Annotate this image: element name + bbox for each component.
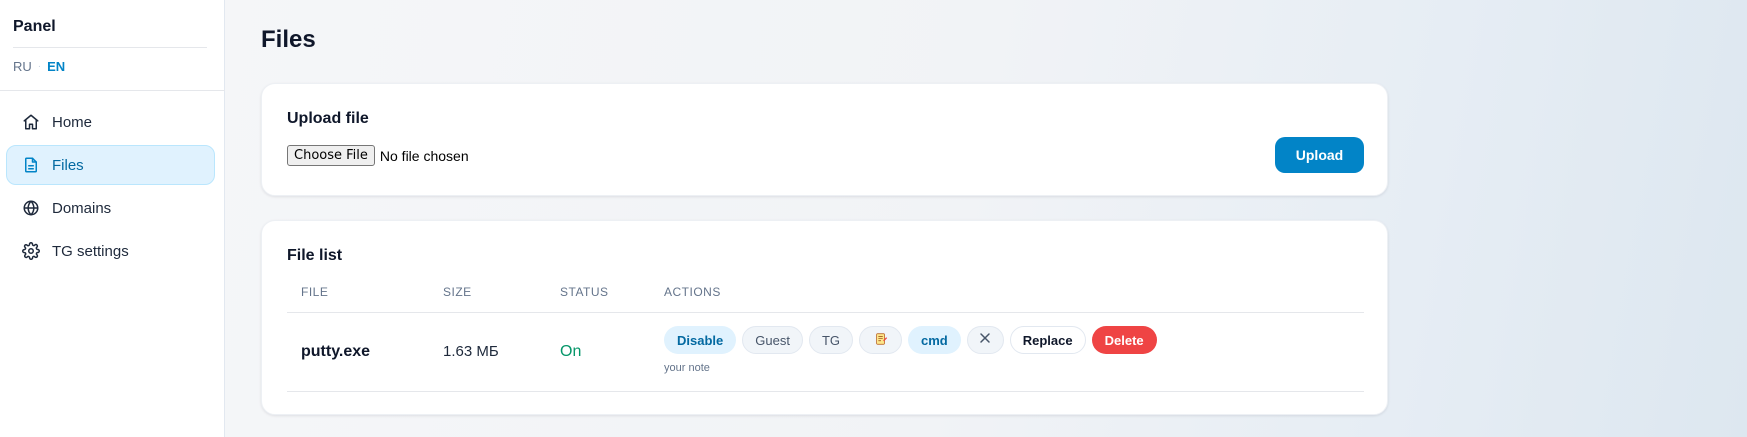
guest-button[interactable]: Guest bbox=[742, 326, 803, 354]
lang-ru[interactable]: RU bbox=[13, 59, 32, 74]
row-actions: Disable Guest TG cmd Replace Delete bbox=[664, 326, 1157, 354]
table-header-divider bbox=[287, 312, 1364, 313]
column-header-actions: ACTIONS bbox=[664, 285, 721, 299]
sidebar-item-label: Domains bbox=[52, 199, 112, 217]
sidebar-item-files[interactable]: Files bbox=[6, 145, 215, 185]
column-header-size: SIZE bbox=[443, 285, 472, 299]
tg-button[interactable]: TG bbox=[808, 326, 853, 354]
language-switcher: RU · EN bbox=[13, 59, 65, 74]
sidebar-item-label: Home bbox=[52, 113, 93, 131]
sidebar-item-tg-settings[interactable]: TG settings bbox=[6, 231, 215, 271]
home-icon bbox=[22, 113, 40, 131]
column-header-status: STATUS bbox=[560, 285, 609, 299]
file-list-title: File list bbox=[287, 247, 343, 264]
divider bbox=[13, 47, 207, 48]
status-badge: On bbox=[560, 343, 582, 360]
sidebar-item-home[interactable]: Home bbox=[6, 102, 215, 142]
brand-title: Panel bbox=[13, 18, 56, 35]
file-note[interactable]: your note bbox=[664, 362, 710, 374]
page-title: Files bbox=[261, 26, 316, 53]
close-icon bbox=[979, 331, 991, 349]
lang-en[interactable]: EN bbox=[47, 59, 65, 74]
file-input[interactable]: Choose File No file chosen bbox=[287, 145, 469, 166]
sidebar-item-domains[interactable]: Domains bbox=[6, 188, 215, 228]
clear-button[interactable] bbox=[966, 326, 1004, 354]
choose-file-button[interactable]: Choose File bbox=[287, 145, 375, 166]
gear-icon bbox=[22, 242, 40, 260]
cmd-button[interactable]: cmd bbox=[908, 326, 961, 354]
delete-button[interactable]: Delete bbox=[1091, 326, 1157, 354]
upload-card: Upload file Choose File No file chosen U… bbox=[261, 83, 1388, 196]
file-list-card: File list FILE SIZE STATUS ACTIONS putty… bbox=[261, 220, 1388, 415]
disable-button[interactable]: Disable bbox=[664, 326, 737, 354]
upload-card-title: Upload file bbox=[287, 110, 369, 127]
file-size: 1.63 МБ bbox=[443, 343, 499, 360]
divider bbox=[0, 90, 225, 91]
edit-note-button[interactable] bbox=[859, 326, 902, 354]
replace-button[interactable]: Replace bbox=[1009, 326, 1086, 354]
column-header-file: FILE bbox=[301, 285, 329, 299]
lang-separator: · bbox=[37, 61, 42, 72]
no-file-label: No file chosen bbox=[379, 147, 469, 164]
sidebar: Panel RU · EN Home Files Domains TG sett… bbox=[0, 0, 225, 437]
note-icon bbox=[874, 332, 888, 349]
table-row-divider bbox=[287, 391, 1364, 392]
file-icon bbox=[22, 156, 40, 174]
sidebar-nav: Home Files Domains TG settings bbox=[6, 102, 215, 274]
sidebar-item-label: TG settings bbox=[52, 242, 129, 260]
sidebar-item-label: Files bbox=[52, 156, 84, 174]
upload-button[interactable]: Upload bbox=[1275, 137, 1364, 173]
file-name: putty.exe bbox=[301, 343, 371, 360]
globe-icon bbox=[22, 199, 40, 217]
